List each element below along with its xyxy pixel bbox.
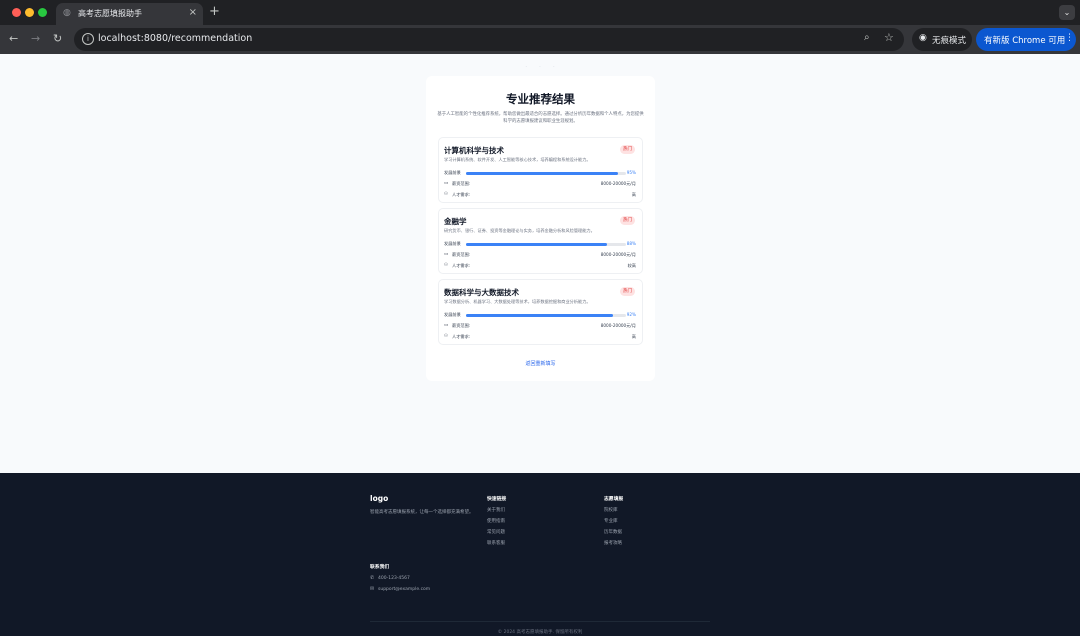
footer-tagline: 智能高考志愿填报系统，让每一个选择都充满希望。 bbox=[370, 510, 474, 515]
update-label: 有新版 Chrome 可用 bbox=[984, 36, 1066, 46]
salary-label: 薪资范围: bbox=[452, 323, 471, 328]
prospect-label: 发展前景 bbox=[444, 241, 461, 246]
tab-close-icon[interactable]: × bbox=[189, 7, 197, 19]
bookmark-star-icon[interactable]: ☆ bbox=[884, 31, 894, 44]
faded-nav-text: · · · bbox=[525, 64, 555, 71]
mail-icon: ✉ bbox=[370, 586, 375, 592]
major-description: 学习数据分析、机器学习、大数据处理等技术，培养数据挖掘和商业分析能力。 bbox=[444, 299, 591, 304]
site-info-icon[interactable]: i bbox=[82, 33, 94, 45]
prospect-value: 95% bbox=[626, 170, 636, 175]
users-icon: ⚇ bbox=[444, 192, 449, 197]
salary-value: 8000-20000元/月 bbox=[600, 181, 636, 186]
browser-toolbar: ← → ↻ i localhost:8080/recommendation ⌕ … bbox=[0, 25, 1080, 54]
phone-icon: ✆ bbox=[370, 575, 375, 581]
footer-link-strategy[interactable]: 报考攻略 bbox=[604, 540, 622, 546]
tab-search-button[interactable]: ⌄ bbox=[1059, 5, 1075, 20]
new-tab-button[interactable]: + bbox=[209, 5, 220, 19]
contact-email[interactable]: support@example.com bbox=[378, 587, 430, 592]
major-card[interactable]: 数据科学与大数据技术 热门学习数据分析、机器学习、大数据处理等技术，培养数据挖掘和… bbox=[438, 279, 643, 345]
footer-link-colleges[interactable]: 院校库 bbox=[604, 507, 618, 513]
forward-arrow-icon[interactable]: → bbox=[31, 32, 40, 46]
prospect-bar bbox=[466, 243, 626, 246]
salary-label: 薪资范围: bbox=[452, 181, 471, 186]
chrome-update-button[interactable]: 有新版 Chrome 可用 ⋮ bbox=[976, 28, 1076, 51]
major-name: 计算机科学与技术 bbox=[444, 146, 504, 155]
reload-icon[interactable]: ↻ bbox=[53, 32, 62, 46]
recommendation-panel: 专业推荐结果 基于人工智能的个性化推荐系统，帮助您做出最适合的志愿选择。通过分析… bbox=[426, 76, 655, 381]
page-description: 基于人工智能的个性化推荐系统，帮助您做出最适合的志愿选择。通过分析历年数据和个人… bbox=[437, 112, 644, 124]
footer-link-history[interactable]: 历年数据 bbox=[604, 529, 622, 535]
prospect-value: 88% bbox=[626, 241, 636, 246]
browser-tab-strip: ◍ 高考志愿填报助手 × + ⌄ bbox=[0, 0, 1080, 25]
incognito-label: 无痕模式 bbox=[932, 36, 967, 46]
major-name: 数据科学与大数据技术 bbox=[444, 288, 519, 297]
prospect-bar-fill bbox=[466, 243, 607, 246]
money-icon: ▭ bbox=[444, 252, 449, 257]
site-footer: logo 智能高考志愿填报系统，让每一个选择都充满希望。 快速链接 关于我们 使… bbox=[0, 473, 1080, 636]
footer-logo[interactable]: logo bbox=[370, 494, 388, 503]
resources-heading: 志愿填报 bbox=[604, 497, 624, 502]
footer-link-support[interactable]: 联系客服 bbox=[487, 540, 505, 546]
prospect-label: 发展前景 bbox=[444, 312, 461, 317]
prospect-bar-fill bbox=[466, 172, 618, 175]
globe-icon: ◍ bbox=[63, 8, 71, 18]
demand-value: 较高 bbox=[627, 263, 636, 268]
more-menu-icon[interactable]: ⋮ bbox=[1065, 33, 1074, 43]
footer-link-faq[interactable]: 常见问题 bbox=[487, 529, 505, 535]
page-title: 专业推荐结果 bbox=[506, 92, 575, 106]
demand-label: 人才需求: bbox=[452, 334, 471, 339]
demand-label: 人才需求: bbox=[452, 192, 471, 197]
copyright: © 2024 高考志愿填报助手. 保留所有权利 bbox=[497, 630, 583, 635]
major-card[interactable]: 金融学 热门研究货币、银行、证券、投资等金融理论与实务，培养金融分析和风险管理能力… bbox=[438, 208, 643, 274]
prospect-bar bbox=[466, 172, 626, 175]
contact-phone[interactable]: 400-123-4567 bbox=[378, 576, 410, 581]
url-text[interactable]: localhost:8080/recommendation bbox=[98, 33, 252, 44]
footer-link-majors[interactable]: 专业库 bbox=[604, 518, 618, 524]
salary-value: 8000-20000元/月 bbox=[600, 252, 636, 257]
tab-title: 高考志愿填报助手 bbox=[78, 9, 142, 18]
active-tab[interactable]: ◍ 高考志愿填报助手 × bbox=[56, 3, 203, 25]
prospect-bar bbox=[466, 314, 626, 317]
hot-badge: 热门 bbox=[620, 216, 635, 225]
maximize-window-button[interactable] bbox=[38, 8, 47, 17]
major-description: 研究货币、银行、证券、投资等金融理论与实务，培养金融分析和风险管理能力。 bbox=[444, 228, 595, 233]
users-icon: ⚇ bbox=[444, 263, 449, 268]
hot-badge: 热门 bbox=[620, 287, 635, 296]
address-bar[interactable]: i localhost:8080/recommendation ⌕ ☆ bbox=[74, 28, 904, 51]
demand-value: 高 bbox=[631, 192, 636, 197]
salary-label: 薪资范围: bbox=[452, 252, 471, 257]
major-name: 金融学 bbox=[444, 217, 467, 226]
page-viewport: · · · 专业推荐结果 基于人工智能的个性化推荐系统，帮助您做出最适合的志愿选… bbox=[0, 54, 1080, 636]
quick-links-heading: 快速链接 bbox=[487, 497, 507, 502]
footer-link-guide[interactable]: 使用指南 bbox=[487, 518, 505, 524]
zoom-icon[interactable]: ⌕ bbox=[864, 32, 870, 43]
footer-link-about[interactable]: 关于我们 bbox=[487, 507, 505, 513]
money-icon: ▭ bbox=[444, 323, 449, 328]
close-window-button[interactable] bbox=[12, 8, 21, 17]
major-description: 学习计算机系统、软件开发、人工智能等核心技术，培养编程和系统设计能力。 bbox=[444, 157, 591, 162]
prospect-label: 发展前景 bbox=[444, 170, 461, 175]
minimize-window-button[interactable] bbox=[25, 8, 34, 17]
money-icon: ▭ bbox=[444, 181, 449, 186]
contact-heading: 联系我们 bbox=[370, 565, 390, 570]
demand-value: 高 bbox=[631, 334, 636, 339]
back-arrow-icon[interactable]: ← bbox=[9, 32, 18, 46]
demand-label: 人才需求: bbox=[452, 263, 471, 268]
prospect-bar-fill bbox=[466, 314, 614, 317]
back-to-form-link[interactable]: 返回重新填写 bbox=[426, 360, 655, 367]
users-icon: ⚇ bbox=[444, 334, 449, 339]
major-card[interactable]: 计算机科学与技术 热门学习计算机系统、软件开发、人工智能等核心技术，培养编程和系统… bbox=[438, 137, 643, 203]
salary-value: 8000-20000元/月 bbox=[600, 323, 636, 328]
footer-divider bbox=[370, 621, 710, 622]
incognito-indicator[interactable]: ◉ 无痕模式 bbox=[912, 28, 972, 51]
prospect-value: 92% bbox=[626, 312, 636, 317]
hot-badge: 热门 bbox=[620, 145, 635, 154]
incognito-icon: ◉ bbox=[919, 33, 927, 43]
